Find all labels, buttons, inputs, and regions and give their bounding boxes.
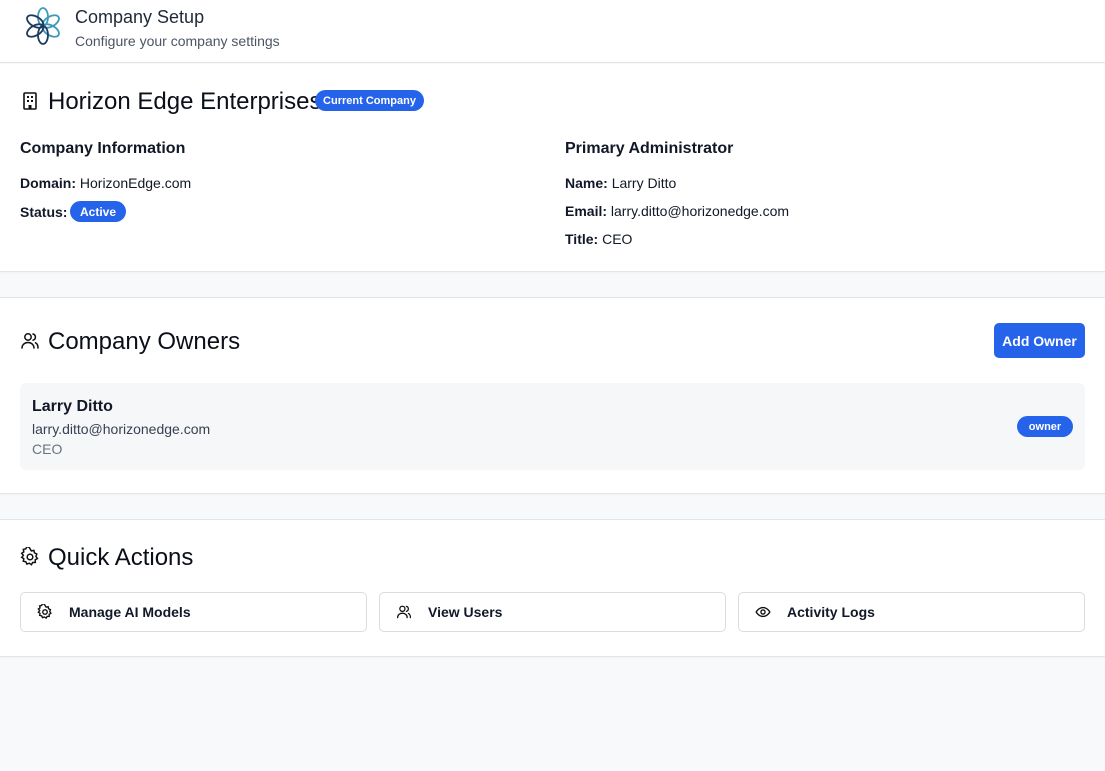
page-title: Company Setup	[75, 7, 205, 27]
admin-name-value: Larry Ditto	[611, 175, 677, 191]
gear-icon	[20, 547, 39, 566]
admin-email-value: larry.ditto@horizonedge.com	[610, 203, 790, 219]
admin-title-value: CEO	[602, 231, 633, 247]
flower-logo-icon	[26, 7, 60, 45]
quick-actions-heading: Quick Actions	[48, 544, 194, 571]
domain-label: Domain:	[20, 175, 76, 191]
owner-title: CEO	[32, 441, 63, 457]
list-item: Larry Ditto larry.ditto@horizonedge.com …	[20, 383, 1085, 470]
users-icon	[21, 333, 39, 349]
quick-action-label: View Users	[428, 604, 503, 620]
building-icon	[23, 92, 37, 110]
owner-role-badge: owner	[1017, 416, 1073, 437]
admin-email-label: Email:	[565, 203, 608, 219]
gear-icon	[37, 604, 52, 620]
eye-icon	[755, 606, 771, 618]
quick-action-label: Manage AI Models	[69, 604, 191, 620]
company-name: Horizon Edge Enterprises	[48, 88, 322, 115]
company-card: Horizon Edge Enterprises Current Company…	[0, 64, 1105, 272]
add-owner-button[interactable]: Add Owner	[994, 323, 1085, 358]
admin-name-row: Name: Larry Ditto	[565, 175, 676, 191]
users-icon	[396, 605, 412, 619]
quick-actions-card: Quick Actions Manage AI Models View User…	[0, 519, 1105, 657]
admin-email-row: Email: larry.ditto@horizonedge.com	[565, 203, 789, 219]
quick-action-label: Activity Logs	[787, 604, 875, 620]
owners-heading: Company Owners	[48, 328, 241, 355]
admin-title-label: Title:	[565, 231, 599, 247]
status-badge: Active	[70, 201, 126, 222]
domain-value: HorizonEdge.com	[79, 175, 192, 191]
owners-card: Company Owners Add Owner Larry Ditto lar…	[0, 297, 1105, 494]
app-header: Company Setup Configure your company set…	[0, 0, 1105, 63]
view-users-button[interactable]: View Users	[379, 592, 726, 632]
owner-name: Larry Ditto	[32, 398, 113, 415]
page-subtitle: Configure your company settings	[75, 33, 280, 49]
domain-row: Domain: HorizonEdge.com	[20, 175, 191, 191]
activity-logs-button[interactable]: Activity Logs	[738, 592, 1085, 632]
admin-title-row: Title: CEO	[565, 231, 632, 247]
company-info-heading: Company Information	[20, 140, 186, 157]
owner-email: larry.ditto@horizonedge.com	[32, 421, 211, 437]
admin-name-label: Name:	[565, 175, 608, 191]
status-label: Status:	[20, 204, 68, 220]
manage-ai-models-button[interactable]: Manage AI Models	[20, 592, 367, 632]
admin-heading: Primary Administrator	[565, 140, 734, 157]
current-company-badge: Current Company	[315, 90, 424, 111]
